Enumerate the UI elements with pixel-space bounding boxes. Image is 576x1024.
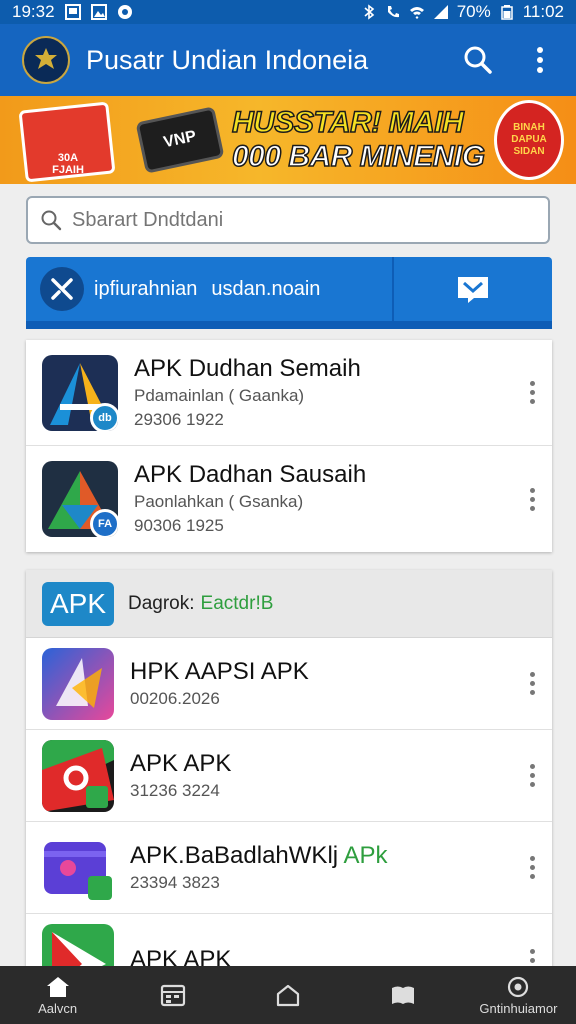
promo-banner[interactable]: 30A FJAIH VNP HUSSTAR! MAIH 000 BAR MINE… [0,96,576,184]
app-title-text: APK.BaBadlahWKlj [130,841,344,869]
image-notification-icon [64,4,81,20]
more-vertical-icon[interactable] [522,758,542,794]
search-icon [464,46,492,74]
app-bar: Pusatr Undian Indoneia [0,24,576,96]
list-item[interactable]: HPK AAPSI APK 00206.2026 [26,638,552,730]
status-time-right: 11:02 [522,2,564,21]
wifi-icon [409,7,424,19]
app-title: APK APK [130,749,231,779]
tab-secondary[interactable] [394,257,552,321]
app-title-suffix: APk [343,841,388,869]
app-meta: 90306 1925 [134,516,224,535]
apk-logo: APK [42,581,114,626]
list-item[interactable]: db APK Dudhan Semaih Pdamainlan ( Gaanka… [26,340,552,446]
app-icon: db [42,354,118,431]
app-meta: 31236 3224 [130,780,220,800]
app-title: Pusatr Undian Indoneia [86,44,369,75]
category-tabs: ipfiurahnian usdan.noain [26,257,552,329]
banner-headline: HUSSTAR! MAIH 000 BAR MINENIG [231,105,486,174]
tab-main[interactable]: ipfiurahnian usdan.noain [26,257,394,321]
home-icon [46,976,69,997]
app-arrow-logo-icon [56,657,102,708]
bluetooth-icon [364,4,374,20]
search-icon [41,210,62,231]
app-badge-icon: db [90,402,118,431]
app-title: APK Dudhan Semaih [134,354,361,382]
list-item[interactable]: APK APK 31236 3224 [26,730,552,822]
nav-house[interactable] [230,966,345,1024]
app-badge-icon: FA [90,509,118,537]
folder-chat-icon [458,277,488,303]
app-red-green-logo-icon [42,739,114,812]
nav-home-label: Aalvcn [38,1000,78,1016]
app-icon [42,739,114,812]
banner-seal: BINAH DAPUA SIDAN [494,100,564,180]
app-icon [42,647,114,720]
call-icon [387,6,399,18]
banner-headline-line1: HUSSTAR! MAIH [231,105,464,140]
app-title-text: HPK AAPSI APK [130,657,309,685]
tab-main-label-1: ipfiurahnian [94,277,198,300]
app-subtitle: Pdamainlan ( Gaanka) [134,385,305,405]
banner-headline-line2: 000 BAR MINENIG [231,139,486,174]
app-icon [42,832,114,904]
section-value: Eactdr!B [200,592,274,614]
more-vertical-icon[interactable] [522,481,542,517]
app-folder-logo-icon [44,841,112,900]
app-subtitle: Paonlahkan ( Gsanka) [134,492,304,511]
book-icon [392,986,415,1004]
app-meta: 00206.2026 [130,688,220,708]
list-item[interactable]: FA APK Dadhan Sausaih Paonlahkan ( Gsank… [26,446,552,552]
more-vertical-icon[interactable] [522,375,542,411]
calendar-icon [160,984,185,1007]
status-bar: 19:32 70% 11:02 [0,0,576,24]
circle-notification-icon [117,5,132,19]
gallery-notification-icon [90,4,107,20]
nav-profile-label: Gntinhuiamor [479,1000,558,1016]
app-meta: 29306 1922 [134,409,224,429]
nav-calendar[interactable] [115,966,230,1024]
more-vertical-icon[interactable] [522,850,542,886]
nav-home[interactable]: Aalvcn [0,966,115,1024]
app-title-text: APK APK [130,749,232,777]
overflow-menu-button[interactable] [518,38,562,82]
bottom-navigation: Aalvcn Gntinhuiamor [0,966,576,1024]
status-time-left: 19:32 [12,2,55,21]
x-logo-icon [51,278,73,300]
app-title: APK Dadhan Sausaih [134,461,367,488]
app-list-section: APK Dagrok: Eactdr!B HPK AAPSI APK 00206… [26,570,552,1006]
app-list-top: db APK Dudhan Semaih Pdamainlan ( Gaanka… [26,340,552,552]
profile-icon [508,976,529,997]
more-vertical-icon[interactable] [522,666,542,702]
app-title: HPK AAPSI APK [130,657,309,687]
search-input[interactable] [72,208,512,232]
banner-card: VNP [135,106,225,174]
garuda-emblem-icon [35,48,57,69]
banner-box-text: 30A FJAIH [52,152,84,176]
nav-library[interactable] [346,966,461,1024]
app-icon: FA [42,461,118,537]
section-label: Dagrok: [128,592,195,614]
house-outline-icon [276,984,300,1007]
battery-icon [500,5,513,20]
tab-avatar [40,267,84,311]
section-header: APK Dagrok: Eactdr!B [26,570,552,638]
app-title: APK.BaBadlahWKlj APk [130,841,387,871]
app-meta: 23394 3823 [130,872,220,892]
nav-profile[interactable]: Gntinhuiamor [461,966,576,1024]
signal-icon [433,5,448,19]
search-bar[interactable] [26,196,550,244]
search-button[interactable] [456,38,500,82]
more-vertical-icon [537,47,543,73]
battery-percent: 70% [456,2,491,21]
list-item[interactable]: APK.BaBadlahWKlj APk 23394 3823 [26,822,552,914]
tab-main-label-2: usdan.noain [211,277,321,300]
app-logo [22,36,70,84]
